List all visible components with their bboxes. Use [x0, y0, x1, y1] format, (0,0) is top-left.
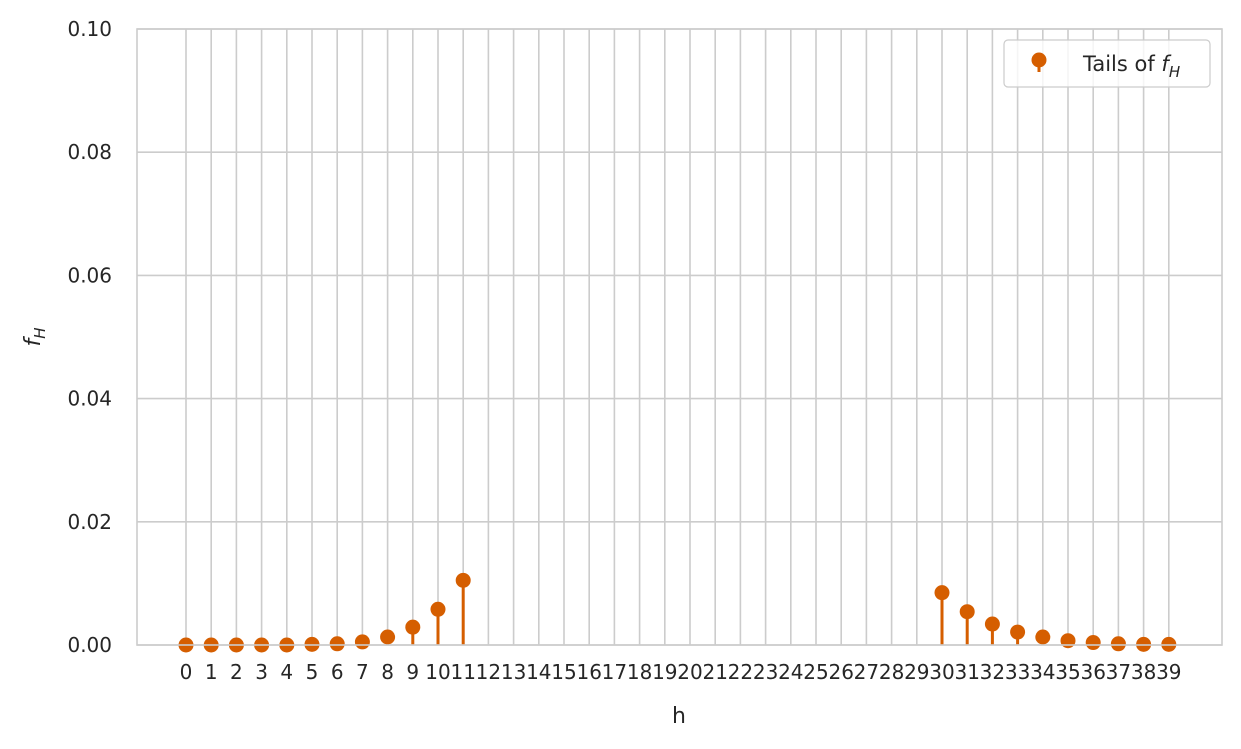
y-tick-label: 0.04 [67, 387, 112, 411]
x-tick-label: 25 [803, 660, 828, 684]
stem-marker [1110, 636, 1126, 652]
x-tick-label: 2 [230, 660, 243, 684]
x-tick-label: 11 [450, 660, 475, 684]
legend-marker [1031, 52, 1047, 68]
x-tick-label: 16 [576, 660, 601, 684]
x-tick-label: 21 [702, 660, 727, 684]
stem-marker [1060, 633, 1076, 649]
x-tick-label: 9 [406, 660, 419, 684]
x-tick-label: 26 [828, 660, 853, 684]
x-tick-label: 12 [476, 660, 501, 684]
x-tick-label: 5 [306, 660, 319, 684]
stem-marker [1085, 635, 1101, 651]
y-tick-label: 0.08 [67, 140, 112, 164]
x-tick-label: 7 [356, 660, 369, 684]
x-tick-label: 23 [753, 660, 778, 684]
x-tick-label: 13 [501, 660, 526, 684]
x-tick-label: 10 [425, 660, 450, 684]
x-axis-title: h [672, 704, 686, 729]
stem-marker [959, 604, 975, 620]
stem-marker [430, 601, 446, 617]
x-tick-label: 6 [331, 660, 344, 684]
y-tick-label: 0.00 [67, 633, 112, 657]
x-tick-label: 38 [1131, 660, 1156, 684]
stem-marker [455, 572, 471, 588]
y-tick-label: 0.10 [67, 17, 112, 41]
x-tick-label: 22 [728, 660, 753, 684]
y-tick-label: 0.02 [67, 510, 112, 534]
x-tick-label: 0 [180, 660, 193, 684]
x-tick-label: 31 [954, 660, 979, 684]
stem-marker [405, 619, 421, 635]
stem-marker [380, 629, 396, 645]
legend: Tails of fH [1003, 39, 1211, 88]
stem-chart: 0 1 2 3 4 5 6 7 8 9 10 11 12 13 14 15 16 17 18 19 20 21 22 23 24… [0, 0, 1241, 749]
x-tick-label: 18 [627, 660, 652, 684]
x-tick-label: 17 [602, 660, 627, 684]
x-tick-label: 28 [879, 660, 904, 684]
x-tick-label: 27 [854, 660, 879, 684]
y-tick-label: 0.06 [67, 263, 112, 287]
x-tick-label: 1 [205, 660, 218, 684]
stem-marker [1035, 629, 1051, 645]
x-tick-label: 33 [1005, 660, 1030, 684]
x-tick-label: 3 [255, 660, 268, 684]
x-tick-label: 8 [381, 660, 394, 684]
x-tick-label: 36 [1080, 660, 1105, 684]
x-tick-label: 32 [980, 660, 1005, 684]
x-tick-label: 14 [526, 660, 551, 684]
stem-marker [329, 636, 345, 652]
x-tick-label: 39 [1156, 660, 1181, 684]
stem-marker [984, 616, 1000, 632]
x-tick-label: 4 [280, 660, 293, 684]
x-tick-label: 24 [778, 660, 803, 684]
x-tick-label: 34 [1030, 660, 1055, 684]
x-tick-label: 20 [677, 660, 702, 684]
x-tick-label: 35 [1055, 660, 1080, 684]
x-tick-label: 30 [929, 660, 954, 684]
x-tick-label: 37 [1106, 660, 1131, 684]
stem-marker [354, 634, 370, 650]
x-tick-label: 19 [652, 660, 677, 684]
x-tick-label: 15 [551, 660, 576, 684]
stem-marker [934, 585, 950, 601]
x-tick-label: 29 [904, 660, 929, 684]
x-tick-labels: 0 1 2 3 4 5 6 7 8 9 10 11 12 13 14 15 16 17 18 19 20 21 22 23 24… [180, 660, 1182, 684]
stem-marker [1010, 624, 1026, 640]
